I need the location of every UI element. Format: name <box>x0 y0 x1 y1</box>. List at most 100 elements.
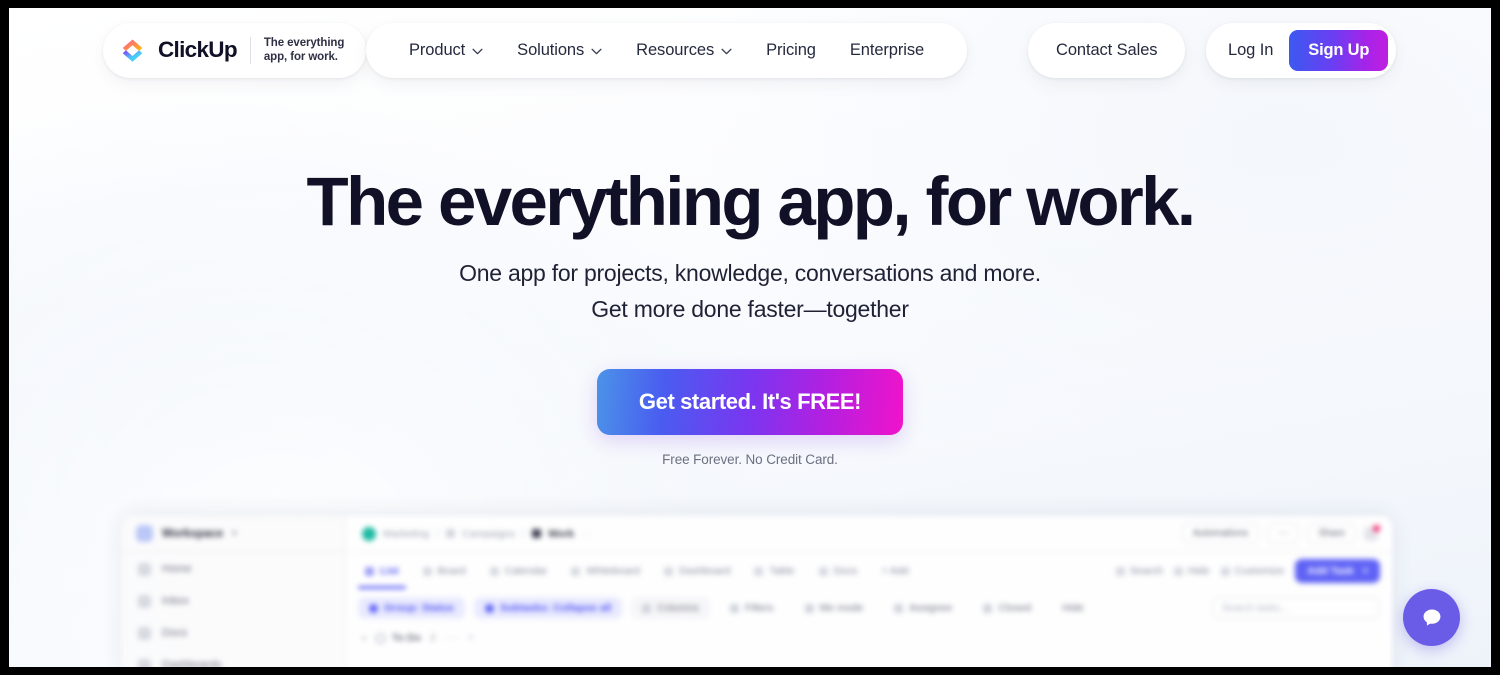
filter-assignee-label: Assignee <box>909 602 953 614</box>
tab-whiteboard[interactable]: Whiteboard <box>562 560 649 582</box>
chat-bubble-icon <box>1423 609 1440 626</box>
group-icon <box>369 603 378 613</box>
closed-icon <box>983 603 993 613</box>
site-header: ClickUp The everything app, for work. Pr… <box>9 20 1491 80</box>
space-avatar-icon <box>362 526 376 541</box>
nav-item-enterprise[interactable]: Enterprise <box>833 23 941 78</box>
filter-icon <box>729 603 739 613</box>
list-view-icon <box>365 566 374 576</box>
breadcrumb-more-icon[interactable]: ··· <box>581 528 592 540</box>
filter-me-mode-label: Me mode <box>819 602 864 614</box>
app-preview-header-actions: Automations ⋯ Share <box>1181 523 1380 544</box>
filter-subtasks[interactable]: Subtasks: Collapse all <box>474 597 623 619</box>
nav-item-solutions-label: Solutions <box>517 40 585 59</box>
list-icon <box>532 529 542 538</box>
tab-docs[interactable]: Docs <box>810 560 867 582</box>
sidebar-item-home-label: Home <box>162 563 192 575</box>
person-icon <box>804 603 814 613</box>
group-more-icon[interactable]: ··· <box>445 632 459 644</box>
chevron-down-icon: ▾ <box>1362 565 1368 577</box>
tab-dashboard-label: Dashboard <box>679 565 731 577</box>
group-add-icon[interactable]: + <box>468 632 474 644</box>
tab-board[interactable]: Board <box>414 560 475 582</box>
search-button[interactable]: Search <box>1115 565 1163 577</box>
cta-wrapper: Get started. It's FREE! Free Forever. No… <box>9 369 1491 467</box>
nav-item-pricing[interactable]: Pricing <box>749 23 833 78</box>
breadcrumb: Marketing / Campaigns / Work ··· Automat… <box>346 516 1392 552</box>
filter-me-mode[interactable]: Me mode <box>794 597 875 619</box>
tab-table[interactable]: Table <box>745 560 803 582</box>
share-button[interactable]: Share <box>1307 523 1356 544</box>
filter-hide[interactable]: Hide <box>1051 597 1095 619</box>
customize-button-label: Customize <box>1234 565 1285 577</box>
nav-item-product[interactable]: Product <box>392 23 500 78</box>
chevron-down-icon <box>472 48 483 54</box>
automations-button[interactable]: Automations <box>1181 523 1260 544</box>
tab-list[interactable]: List <box>356 560 408 582</box>
sidebar-item-dashboards-label: Dashboards <box>162 659 222 667</box>
filter-columns[interactable]: Columns <box>631 597 710 619</box>
chevron-down-icon <box>721 48 732 54</box>
breadcrumb-separator: / <box>522 527 526 540</box>
filter-group-status-label: Group: Status <box>384 602 454 614</box>
breadcrumb-item-work[interactable]: Work <box>548 528 574 540</box>
logo-pill[interactable]: ClickUp The everything app, for work. <box>103 22 367 78</box>
filter-closed[interactable]: Closed <box>972 597 1042 619</box>
tab-dashboard[interactable]: Dashboard <box>655 560 739 582</box>
notifications-icon[interactable] <box>1364 524 1380 541</box>
app-preview-main: Marketing / Campaigns / Work ··· Automat… <box>346 516 1392 667</box>
app-preview-workspace-switcher[interactable]: Workspace ▾ <box>122 516 345 552</box>
logo-divider <box>249 36 251 64</box>
nav-item-enterprise-label: Enterprise <box>849 40 925 59</box>
sidebar-item-docs-label: Docs <box>162 627 188 639</box>
nav-item-solutions[interactable]: Solutions <box>500 23 619 78</box>
page-root: ClickUp The everything app, for work. Pr… <box>9 8 1491 667</box>
contact-sales-label: Contact Sales <box>1056 40 1158 59</box>
get-started-button[interactable]: Get started. It's FREE! <box>596 369 904 435</box>
breadcrumb-item-campaigns[interactable]: Campaigns <box>462 528 515 540</box>
logo-wordmark: ClickUp <box>158 37 238 62</box>
breadcrumb-separator: / <box>436 527 440 540</box>
sidebar-item-dashboards[interactable]: Dashboards <box>122 650 345 667</box>
collapse-caret-icon[interactable]: ▾ <box>362 634 366 643</box>
nav-item-product-label: Product <box>409 40 466 59</box>
hide-button[interactable]: Hide <box>1174 565 1210 577</box>
sidebar-item-inbox-label: Inbox <box>162 595 189 607</box>
more-options-button[interactable]: ⋯ <box>1267 523 1300 544</box>
filter-assignee[interactable]: Assignee <box>883 597 963 619</box>
chat-widget-button[interactable] <box>1403 589 1460 646</box>
sidebar-item-inbox[interactable]: Inbox <box>122 586 345 616</box>
sidebar-item-home[interactable]: Home <box>122 554 345 584</box>
add-task-button[interactable]: Add Task ▾ <box>1295 559 1380 583</box>
tab-list-label: List <box>380 565 399 577</box>
clickup-logo-icon <box>122 38 143 62</box>
app-preview-filter-bar: Group: Status Subtasks: Collapse all Col… <box>346 590 1392 626</box>
sidebar-item-docs[interactable]: Docs <box>122 618 345 648</box>
filter-filters-label: Filters <box>744 602 774 614</box>
log-in-link[interactable]: Log In <box>1228 41 1273 60</box>
whiteboard-view-icon <box>571 566 581 576</box>
hide-button-label: Hide <box>1188 565 1210 577</box>
columns-icon <box>642 603 652 613</box>
contact-sales-button[interactable]: Contact Sales <box>1028 22 1186 78</box>
customize-button[interactable]: Customize <box>1220 565 1285 577</box>
filter-filters[interactable]: Filters <box>719 597 785 619</box>
add-task-label: Add Task <box>1307 565 1354 577</box>
chevron-down-icon: ▾ <box>232 528 237 538</box>
table-view-icon <box>754 566 764 576</box>
app-preview-sidebar: Workspace ▾ Home Inbox Docs Dashboards <box>122 516 346 667</box>
search-tasks-input[interactable]: Search tasks... <box>1212 597 1380 619</box>
breadcrumb-item-marketing[interactable]: Marketing <box>383 528 429 540</box>
sign-up-button[interactable]: Sign Up <box>1289 29 1389 71</box>
tab-calendar[interactable]: Calendar <box>481 560 557 582</box>
hero-subhead-line1: One app for projects, knowledge, convers… <box>459 260 1041 286</box>
filter-group-status[interactable]: Group: Status <box>358 597 465 619</box>
app-preview-toolbar: Search Hide Customize Add Task ▾ <box>1115 559 1380 583</box>
add-view-button[interactable]: + Add <box>872 560 917 582</box>
board-view-icon <box>422 566 432 576</box>
screenshot-frame: ClickUp The everything app, for work. Pr… <box>0 0 1500 675</box>
status-badge-label: To Do <box>392 632 421 644</box>
home-icon <box>138 562 151 576</box>
status-badge[interactable]: To Do <box>375 632 421 644</box>
nav-item-resources[interactable]: Resources <box>619 23 749 78</box>
